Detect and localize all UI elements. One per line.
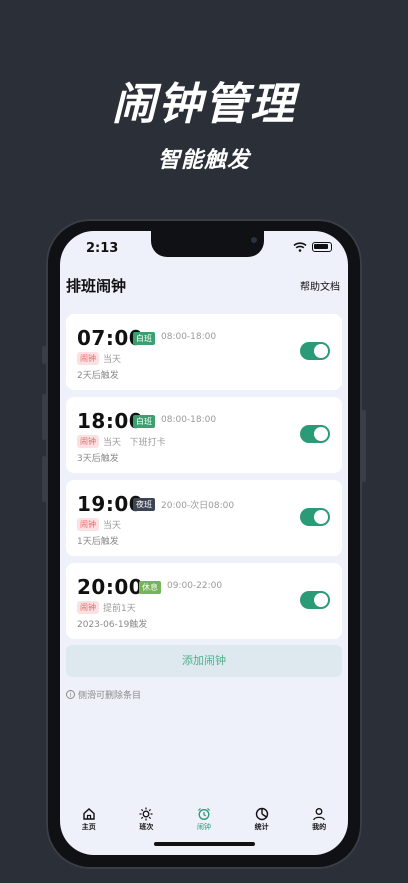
home-icon bbox=[83, 808, 95, 820]
tab-home[interactable]: 主页 bbox=[60, 807, 118, 837]
camera bbox=[251, 237, 257, 243]
status-icons bbox=[293, 242, 332, 252]
alarm-trigger: 3天后触发 bbox=[77, 454, 119, 464]
shift-badge: 休息 bbox=[139, 581, 161, 594]
alarm-card[interactable]: 19:00 夜班 20:00-次日08:00 闹钟 当天 1天后触发 bbox=[66, 480, 342, 556]
notch bbox=[151, 231, 264, 257]
status-time: 2:13 bbox=[86, 241, 119, 256]
alarm-card[interactable]: 07:00 白班 08:00-18:00 闹钟 当天 2天后触发 bbox=[66, 314, 342, 390]
alarm-card[interactable]: 18:00 白班 08:00-18:00 闹钟 当天 下班打卡 3天后触发 bbox=[66, 397, 342, 473]
tab-label: 闹钟 bbox=[196, 823, 211, 831]
wifi-icon bbox=[293, 242, 307, 252]
alarm-toggle[interactable] bbox=[300, 591, 330, 609]
alarm-trigger: 1天后触发 bbox=[77, 537, 119, 547]
shift-badge: 夜班 bbox=[133, 498, 155, 511]
alarm-tag: 闹钟 bbox=[77, 435, 99, 448]
shift-range: 08:00-18:00 bbox=[161, 332, 217, 342]
home-indicator bbox=[154, 842, 255, 846]
tab-label: 班次 bbox=[139, 823, 154, 831]
tab-label: 主页 bbox=[81, 823, 96, 831]
alarm-trigger: 2天后触发 bbox=[77, 371, 119, 381]
phone-screen: 2:13 排班闹钟 帮助文档 07:00 白班 08:00-18:00 闹钟 当… bbox=[60, 231, 348, 855]
phone-volume-up bbox=[42, 394, 46, 440]
alarm-note: 当天 下班打卡 bbox=[103, 438, 166, 448]
phone-silent-switch bbox=[42, 346, 46, 364]
alarm-note: 当天 bbox=[103, 355, 122, 365]
user-icon bbox=[313, 808, 326, 821]
sun-icon bbox=[139, 807, 153, 821]
add-alarm-button[interactable]: 添加闹钟 bbox=[66, 645, 342, 677]
hint-text: 侧滑可删除条目 bbox=[78, 691, 142, 701]
alarm-card[interactable]: 20:00 休息 09:00-22:00 闹钟 提前1天 2023-06-19触… bbox=[66, 563, 342, 639]
shift-badge: 白班 bbox=[133, 332, 155, 345]
phone-volume-down bbox=[42, 456, 46, 502]
alarm-note: 提前1天 bbox=[103, 604, 136, 614]
alarm-time: 20:00 bbox=[77, 575, 144, 599]
shift-range: 08:00-18:00 bbox=[161, 415, 217, 425]
info-icon: i bbox=[66, 690, 75, 699]
alarm-toggle[interactable] bbox=[300, 342, 330, 360]
phone-power-button bbox=[362, 410, 366, 482]
alarm-toggle[interactable] bbox=[300, 425, 330, 443]
hero-subtitle: 智能触发 bbox=[157, 148, 250, 173]
shift-range: 20:00-次日08:00 bbox=[161, 501, 235, 511]
pie-chart-icon bbox=[255, 807, 268, 821]
page-title: 排班闹钟 bbox=[66, 277, 127, 295]
battery-icon bbox=[312, 242, 332, 252]
tab-alarm[interactable]: 闹钟 bbox=[175, 807, 233, 837]
tab-stats[interactable]: 统计 bbox=[233, 807, 291, 837]
alarm-tag: 闹钟 bbox=[77, 518, 99, 531]
tab-bar: 主页 班次 闹钟 统计 我的 bbox=[60, 807, 348, 837]
hero-title: 闹钟管理 bbox=[112, 79, 296, 130]
alarm-clock-icon bbox=[198, 808, 210, 820]
alarm-tag: 闹钟 bbox=[77, 352, 99, 365]
tab-label: 统计 bbox=[254, 823, 269, 831]
swipe-hint: i 侧滑可删除条目 bbox=[66, 688, 141, 701]
alarm-note: 当天 bbox=[103, 521, 122, 531]
alarm-tag: 闹钟 bbox=[77, 601, 99, 614]
tab-shifts[interactable]: 班次 bbox=[118, 807, 176, 837]
help-docs-link[interactable]: 帮助文档 bbox=[300, 278, 340, 293]
shift-range: 09:00-22:00 bbox=[167, 581, 223, 591]
shift-badge: 白班 bbox=[133, 415, 155, 428]
tab-profile[interactable]: 我的 bbox=[290, 807, 348, 837]
alarm-toggle[interactable] bbox=[300, 508, 330, 526]
alarm-trigger: 2023-06-19触发 bbox=[77, 620, 148, 630]
tab-label: 我的 bbox=[312, 823, 327, 831]
